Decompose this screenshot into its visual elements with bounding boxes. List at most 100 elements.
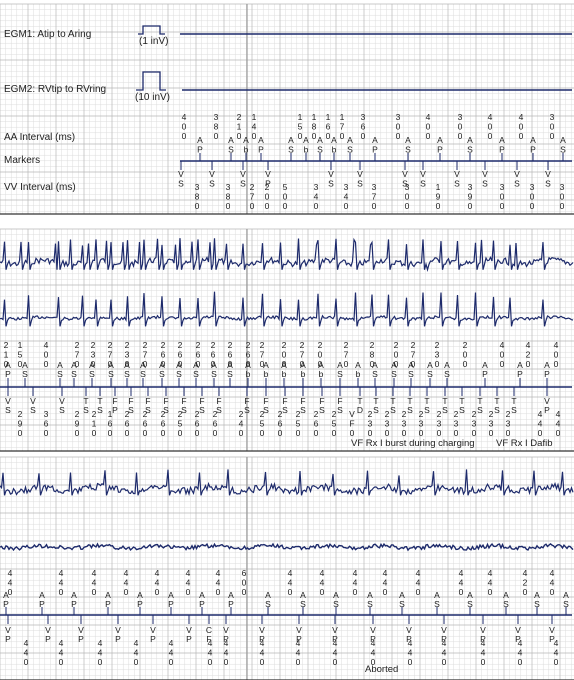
vv-interval-value: 0: [530, 201, 535, 211]
aa-interval-value: 0: [288, 587, 293, 597]
aa-interval-value: 6: [228, 350, 233, 360]
vv-interval-value: 4: [98, 638, 103, 648]
aa-interval-value: 3: [91, 350, 96, 360]
atrial-marker: A: [467, 135, 473, 145]
vv-interval-value: 6: [278, 419, 283, 429]
atrial-marker: S: [372, 369, 378, 379]
aa-interval-value: 2: [228, 340, 233, 350]
egm1-calibration: (1 inV): [139, 36, 168, 47]
ventricular-marker: P: [186, 634, 192, 644]
vv-interval-value: 4: [169, 638, 174, 648]
aa-interval-value: 7: [411, 350, 416, 360]
ventricular-marker: P: [115, 634, 121, 644]
ventricular-marker: V: [209, 169, 215, 179]
aa-interval-value: 0: [523, 587, 528, 597]
aa-interval-value: 4: [526, 340, 531, 350]
ventricular-marker: P: [5, 634, 11, 644]
aa-interval-value: 4: [288, 568, 293, 578]
atrial-marker: b: [246, 369, 251, 379]
atrial-marker: A: [437, 135, 443, 145]
aa-interval-value: 0: [155, 587, 160, 597]
atrial-marker: S: [89, 369, 95, 379]
aa-interval-value: 0: [353, 587, 358, 597]
vv-interval-value: 2: [402, 409, 407, 419]
panel3-markers: 4404404404404404404406004404404404404404…: [0, 568, 572, 667]
aa-interval-value: 7: [260, 350, 265, 360]
ventricular-marker: S: [477, 405, 483, 415]
aa-interval-value: 4: [550, 578, 555, 588]
vv-interval-value: 9: [436, 192, 441, 202]
vv-interval-value: 2: [454, 409, 459, 419]
aa-interval-value: 7: [340, 122, 345, 132]
vv-interval-value: 0: [161, 428, 166, 438]
aa-interval-value: 0: [554, 359, 559, 369]
vv-interval-value: 2: [314, 409, 319, 419]
aa-interval-value: 4: [92, 568, 97, 578]
vv-interval-value: 3: [368, 419, 373, 429]
vv-interval-value: 0: [402, 428, 407, 438]
aa-interval-value: 0: [554, 350, 559, 360]
aa-interval-value: 0: [550, 122, 555, 132]
aa-interval-value: 2: [196, 340, 201, 350]
vv-interval-value: 6: [213, 419, 218, 429]
vv-interval-value: 4: [333, 638, 338, 648]
vv-interval-value: 4: [371, 638, 376, 648]
aa-interval-value: 2: [282, 340, 287, 350]
vv-interval-value: 0: [481, 657, 486, 667]
aa-interval-value: 0: [550, 587, 555, 597]
vv-interval-value: 4: [224, 638, 229, 648]
aa-interval-value: 4: [216, 568, 221, 578]
vv-interval-value: 0: [226, 201, 231, 211]
vv-interval-value: 0: [265, 201, 270, 211]
vv-interval-value: 0: [134, 657, 139, 667]
vv-interval-value: 4: [24, 638, 29, 648]
aa-interval-value: 6: [242, 568, 247, 578]
vv-interval-value: 6: [108, 419, 113, 429]
vv-interval-value: 3: [500, 182, 505, 192]
ventricular-marker: S: [300, 405, 306, 415]
vv-interval-value: 0: [500, 192, 505, 202]
aa-interval-value: 0: [396, 122, 401, 132]
aa-interval-value: 6: [211, 350, 216, 360]
aa-interval-value: 7: [344, 350, 349, 360]
vv-interval-value: 4: [408, 638, 413, 648]
ventricular-marker: S: [5, 405, 11, 415]
aa-interval-value: 2: [125, 340, 130, 350]
vv-interval-value: 6: [195, 419, 200, 429]
vv-interval-value: 3: [489, 419, 494, 429]
aa-interval-value: 0: [383, 587, 388, 597]
vv-interval-value: 0: [314, 428, 319, 438]
egm-strip-canvas: EGM1: Atip to Aring (1 inV) EGM2: RVtip …: [0, 3, 574, 680]
vv-interval-value: 4: [296, 648, 301, 658]
atrial-marker: P: [5, 369, 11, 379]
aa-interval-value: 3: [214, 112, 219, 122]
aa-interval-value: 0: [526, 359, 531, 369]
aa-interval-value: 4: [488, 568, 493, 578]
aa-interval-value: 4: [252, 122, 257, 132]
vv-interval-value: F: [349, 419, 354, 429]
aa-interval-value: 0: [242, 587, 247, 597]
aa-interval-value: 8: [370, 350, 375, 360]
egm1-label: EGM1: Atip to Aring: [4, 29, 91, 40]
ventricular-marker: P: [544, 405, 550, 415]
aa-interval-value: 4: [320, 568, 325, 578]
vv-interval-value: 2: [92, 409, 97, 419]
aa-interval-value: 4: [186, 568, 191, 578]
atrial-marker: S: [71, 369, 77, 379]
vv-interval-value: 3: [419, 419, 424, 429]
aa-interval-value: 4: [155, 568, 160, 578]
vv-interval-value: 2: [260, 409, 265, 419]
vv-interval-value: 4: [333, 648, 338, 658]
vv-interval-value: 2: [385, 409, 390, 419]
vv-interval-value: 0: [314, 201, 319, 211]
vv-interval-value: 0: [442, 657, 447, 667]
atrial-marker: b: [264, 369, 269, 379]
vv-interval-value: 4: [554, 648, 559, 658]
vv-interval-value: 0: [178, 428, 183, 438]
aa-interval-value: 1: [298, 112, 303, 122]
vv-interval-value: 0: [265, 192, 270, 202]
aa-interval-value: 5: [18, 350, 23, 360]
aa-interval-value: 0: [463, 359, 468, 369]
ventricular-marker: S: [494, 405, 500, 415]
ventricular-marker: S: [373, 405, 379, 415]
